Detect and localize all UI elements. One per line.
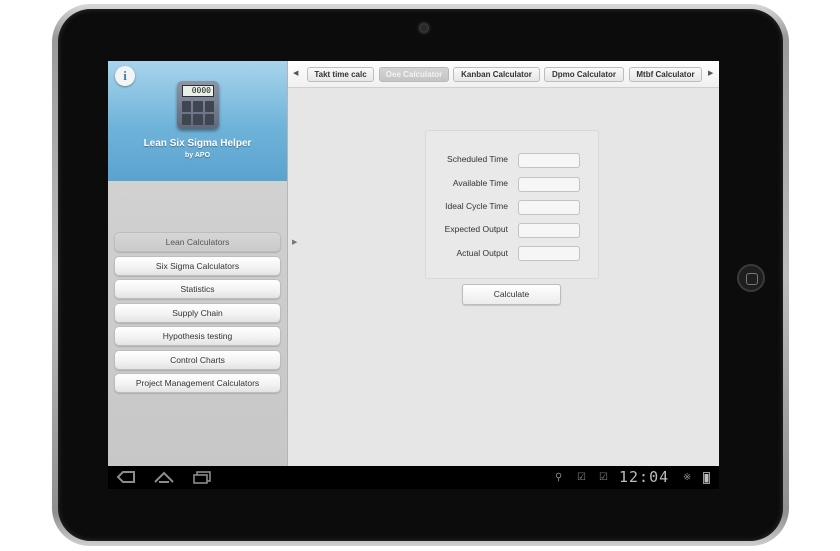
available-time-label: Available Time (452, 178, 508, 188)
expected-output-label: Expected Output (444, 224, 508, 234)
calculator-icon: 0000 (177, 81, 219, 129)
home-icon[interactable] (153, 470, 175, 484)
scheduled-time-input[interactable] (518, 153, 580, 168)
recent-apps-icon[interactable] (192, 470, 212, 484)
category-menu: Lean Calculators Six Sigma Calculators S… (114, 232, 281, 397)
app-screen: i 0000 Lean Six Sigma Helper by APO Lean… (108, 61, 719, 489)
menu-item-lean-calculators[interactable]: Lean Calculators (114, 232, 281, 252)
menu-item-six-sigma-calculators[interactable]: Six Sigma Calculators (114, 255, 281, 276)
tab-scroll-right-icon[interactable]: ▶ (708, 69, 713, 77)
battery-icon (703, 472, 710, 484)
menu-item-supply-chain[interactable]: Supply Chain (114, 302, 281, 323)
expected-output-input[interactable] (518, 223, 580, 238)
app-subtitle: by APO (184, 152, 211, 159)
tab-scroll-left-icon[interactable]: ◀ (293, 69, 298, 77)
bluetooth-icon: ※ (683, 472, 692, 483)
status-clock: 12:04 (619, 468, 670, 486)
info-icon[interactable]: i (115, 66, 135, 86)
app-title: Lean Six Sigma Helper (143, 138, 252, 149)
usb-icon: ⚲ (555, 472, 563, 483)
tab-dpmo-calculator[interactable]: Dpmo Calculator (544, 67, 624, 82)
oee-form-panel: Scheduled Time Available Time Ideal Cycl… (425, 130, 599, 279)
menu-item-project-management[interactable]: Project Management Calculators (114, 373, 281, 393)
app-header: i 0000 Lean Six Sigma Helper by APO (108, 61, 287, 181)
actual-output-input[interactable] (518, 246, 580, 261)
menu-item-statistics[interactable]: Statistics (114, 279, 281, 299)
menu-item-control-charts[interactable]: Control Charts (114, 349, 281, 370)
menu-item-hypothesis-testing[interactable]: Hypothesis testing (114, 326, 281, 346)
calculator-display: 0000 (182, 85, 214, 97)
camera-icon (419, 23, 429, 33)
system-navigation-bar: ⚲ ☑ ☑ 12:04 ※ (108, 466, 719, 489)
notification-icon[interactable]: ☑ (577, 472, 586, 483)
calculator-tab-bar: ◀ Takt time calc Oee Calculator Kanban C… (288, 61, 719, 88)
calculator-keys (182, 101, 214, 125)
sidebar: i 0000 Lean Six Sigma Helper by APO Lean… (108, 61, 288, 466)
ideal-cycle-time-input[interactable] (518, 200, 580, 215)
actual-output-label: Actual Output (456, 248, 508, 258)
expand-arrow-icon[interactable]: ▶ (292, 238, 297, 246)
tab-kanban-calculator[interactable]: Kanban Calculator (453, 67, 540, 82)
tab-takt-time[interactable]: Takt time calc (307, 67, 374, 82)
hardware-home-button[interactable] (737, 264, 765, 292)
tab-mtbf-calculator[interactable]: Mtbf Calculator (629, 67, 702, 82)
tab-oee-calculator[interactable]: Oee Calculator (379, 67, 449, 82)
calculate-button[interactable]: Calculate (462, 284, 561, 305)
available-time-input[interactable] (518, 177, 580, 192)
notification-icon[interactable]: ☑ (599, 472, 608, 483)
back-icon[interactable] (116, 470, 136, 484)
scheduled-time-label: Scheduled Time (447, 154, 508, 164)
ideal-cycle-time-label: Ideal Cycle Time (445, 201, 508, 211)
